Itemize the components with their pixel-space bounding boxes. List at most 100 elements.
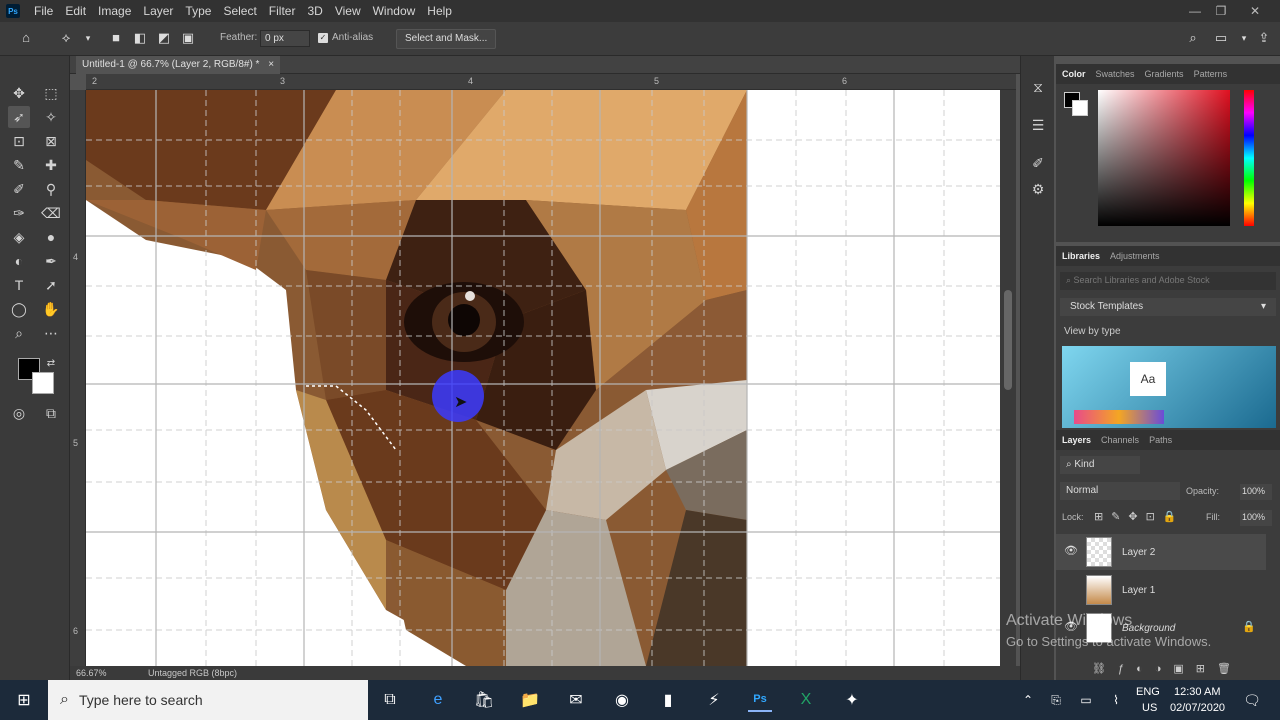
tab-channels[interactable]: Channels: [1101, 435, 1139, 445]
menu-help[interactable]: Help: [421, 0, 458, 22]
hand-tool-icon[interactable]: ✋: [40, 298, 62, 320]
paint-bucket-icon[interactable]: ◈: [8, 226, 30, 248]
history-panel-icon[interactable]: ⧖: [1027, 76, 1049, 98]
lasso-tool-icon[interactable]: ➶: [8, 106, 30, 128]
history-brush-icon[interactable]: ✑: [8, 202, 30, 224]
menu-3d[interactable]: 3D: [301, 0, 328, 22]
add-selection-icon[interactable]: ◧: [132, 30, 148, 46]
new-selection-icon[interactable]: ■: [108, 30, 124, 46]
menu-window[interactable]: Window: [367, 0, 422, 22]
close-tab-icon[interactable]: ×: [268, 59, 274, 70]
network-icon[interactable]: ⎘: [1044, 688, 1068, 712]
crop-tool-icon[interactable]: ⊡: [8, 130, 30, 152]
windows-start-icon[interactable]: ⊞: [12, 688, 36, 712]
mail-icon[interactable]: ✉: [564, 688, 588, 712]
edge-icon[interactable]: e: [426, 688, 450, 712]
chevron-down-icon[interactable]: ▾: [80, 30, 96, 46]
document-tab[interactable]: Untitled-1 @ 66.7% (Layer 2, RGB/8#) * ×: [76, 56, 281, 74]
app-icon[interactable]: ▮: [656, 688, 680, 712]
share-icon[interactable]: ⇪: [1256, 30, 1272, 46]
app-icon-3[interactable]: ✦: [840, 688, 864, 712]
more-tools-icon[interactable]: ⋯: [40, 322, 62, 344]
wifi-icon[interactable]: ⌇: [1104, 688, 1128, 712]
layer-actions[interactable]: ⛓ƒ◐◑▣⊞🗑: [1056, 658, 1280, 680]
eye-icon[interactable]: 👁: [1064, 544, 1078, 557]
color-background-swatch[interactable]: [1072, 100, 1088, 116]
antialias-checkbox[interactable]: ✓: [318, 33, 328, 43]
document-canvas[interactable]: [86, 90, 1000, 666]
menu-layer[interactable]: Layer: [137, 0, 179, 22]
dodge-tool-icon[interactable]: ◐: [8, 250, 30, 272]
lock-icons[interactable]: ⊞✎✥⊡🔒: [1094, 510, 1185, 523]
layer-row[interactable]: Layer 1: [1056, 572, 1266, 608]
ellipse-tool-icon[interactable]: ◯: [8, 298, 30, 320]
blur-tool-icon[interactable]: ●: [40, 226, 62, 248]
adjustments-panel-icon[interactable]: ⚙: [1027, 178, 1049, 200]
tab-libraries[interactable]: Libraries: [1062, 251, 1100, 261]
language-indicator[interactable]: ENG: [1136, 686, 1160, 698]
intersect-selection-icon[interactable]: ▣: [180, 30, 196, 46]
tab-adjustments[interactable]: Adjustments: [1110, 251, 1160, 261]
path-select-icon[interactable]: ➚: [40, 274, 62, 296]
brush-tool-icon[interactable]: ✐: [8, 178, 30, 200]
menu-file[interactable]: File: [28, 0, 59, 22]
select-and-mask-button[interactable]: Select and Mask...: [396, 29, 497, 49]
swap-colors-icon[interactable]: ⇄: [40, 352, 62, 374]
close-icon[interactable]: ✕: [1240, 0, 1270, 22]
scroll-thumb[interactable]: [1004, 290, 1012, 390]
frame-tool-icon[interactable]: ⊠: [40, 130, 62, 152]
menu-edit[interactable]: Edit: [59, 0, 92, 22]
clone-stamp-icon[interactable]: ⚲: [40, 178, 62, 200]
layer-row[interactable]: 👁 Layer 2: [1056, 534, 1266, 570]
properties-panel-icon[interactable]: ☰: [1027, 114, 1049, 136]
menu-select[interactable]: Select: [217, 0, 262, 22]
type-tool-icon[interactable]: T: [8, 274, 30, 296]
chrome-icon[interactable]: ◉: [610, 688, 634, 712]
battery-icon[interactable]: ▭: [1074, 688, 1098, 712]
zoom-level[interactable]: 66.67%: [76, 668, 107, 678]
library-search-input[interactable]: ⌕ Search Libraries and Adobe Stock: [1060, 272, 1276, 290]
zoom-tool-icon[interactable]: ⌕: [8, 322, 30, 344]
chevron-up-icon[interactable]: ⌃: [1016, 688, 1040, 712]
marquee-tool-icon[interactable]: ⬚: [40, 82, 62, 104]
library-dropdown[interactable]: Stock Templates ▾: [1060, 298, 1276, 316]
menu-view[interactable]: View: [329, 0, 367, 22]
workspace-chevron-icon[interactable]: ▾: [1236, 30, 1252, 46]
color-field[interactable]: [1098, 90, 1230, 226]
subtract-selection-icon[interactable]: ◩: [156, 30, 172, 46]
menu-image[interactable]: Image: [92, 0, 137, 22]
tab-paths[interactable]: Paths: [1149, 435, 1172, 445]
pen-tool-icon[interactable]: ✒: [40, 250, 62, 272]
screen-mode-icon[interactable]: ⧉: [40, 402, 62, 424]
stock-template-thumbnail[interactable]: Aa: [1062, 346, 1276, 428]
search-icon[interactable]: ⌕: [1185, 30, 1201, 46]
quick-mask-icon[interactable]: ◎: [8, 402, 30, 424]
background-color-swatch[interactable]: [32, 372, 54, 394]
magic-wand-icon[interactable]: ✧: [40, 106, 62, 128]
hue-slider[interactable]: [1244, 90, 1254, 226]
task-view-icon[interactable]: ⧉: [378, 688, 402, 712]
store-icon[interactable]: 🛍: [472, 688, 496, 712]
workspace-icon[interactable]: ▭: [1213, 30, 1229, 46]
tab-gradients[interactable]: Gradients: [1145, 69, 1184, 79]
opacity-input[interactable]: 100%: [1240, 484, 1272, 500]
tab-patterns[interactable]: Patterns: [1194, 69, 1228, 79]
layer-filter-dropdown[interactable]: ⌕ Kind: [1060, 456, 1140, 474]
menu-filter[interactable]: Filter: [263, 0, 302, 22]
tab-color[interactable]: Color: [1062, 69, 1086, 79]
file-explorer-icon[interactable]: 📁: [518, 688, 542, 712]
home-icon[interactable]: ⌂: [18, 30, 34, 46]
move-tool-icon[interactable]: ✥: [8, 82, 30, 104]
photoshop-taskbar-icon[interactable]: Ps: [748, 688, 772, 712]
restore-icon[interactable]: ❐: [1206, 0, 1236, 22]
tab-layers[interactable]: Layers: [1062, 435, 1091, 445]
clock-time[interactable]: 12:30 AM: [1174, 686, 1220, 698]
excel-icon[interactable]: X: [794, 688, 818, 712]
fill-input[interactable]: 100%: [1240, 510, 1272, 526]
view-by-type[interactable]: View by type: [1064, 326, 1121, 337]
app-icon-2[interactable]: ⚡: [702, 688, 726, 712]
taskbar-search[interactable]: ⌕ Type here to search: [48, 680, 368, 720]
notifications-icon[interactable]: 🗨: [1240, 688, 1264, 712]
eraser-icon[interactable]: ⌫: [40, 202, 62, 224]
blend-mode-dropdown[interactable]: Normal: [1060, 482, 1180, 500]
